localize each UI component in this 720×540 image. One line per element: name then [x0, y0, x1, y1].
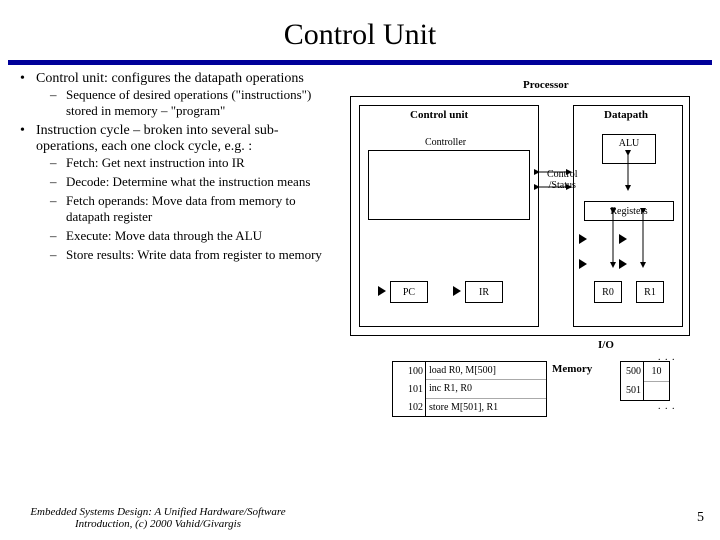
- page-number: 5: [697, 510, 704, 526]
- text-column: Control unit: configures the datapath op…: [20, 71, 340, 451]
- program-addr-col: 100 101 102: [393, 362, 425, 416]
- program-memory-box: 100 101 102 load R0, M[500] inc R1, R0 s…: [392, 361, 547, 417]
- triangle-icon: [619, 234, 627, 244]
- bullet-2-sub-0: Fetch: Get next instruction into IR: [50, 155, 332, 171]
- ellipsis-icon: . . .: [658, 401, 676, 412]
- program-instr-col: load R0, M[500] inc R1, R0 store M[501],…: [425, 362, 546, 416]
- r0-register: R0: [594, 281, 622, 303]
- prog-addr-2: 102: [393, 398, 425, 416]
- data-addr-0: 500: [621, 362, 643, 381]
- slide-title: Control Unit: [0, 0, 720, 60]
- prog-instr-0: load R0, M[500]: [426, 362, 546, 380]
- controller-label: Controller: [425, 137, 466, 148]
- prog-instr-1: inc R1, R0: [426, 380, 546, 398]
- triangle-icon: [378, 286, 386, 296]
- bullet-2-sub-4: Store results: Write data from register …: [50, 247, 332, 263]
- ellipsis-icon: . . .: [658, 352, 676, 363]
- data-val-1: [644, 382, 669, 401]
- content-area: Control unit: configures the datapath op…: [0, 71, 720, 451]
- prog-addr-0: 100: [393, 362, 425, 380]
- pc-register: PC: [390, 281, 428, 303]
- data-addr-1: 501: [621, 381, 643, 400]
- r1-register: R1: [636, 281, 664, 303]
- datapath-box: Datapath ALU Registers R0 R1: [573, 105, 683, 327]
- bullet-list: Control unit: configures the datapath op…: [20, 71, 332, 263]
- bullet-1-text: Control unit: configures the datapath op…: [36, 71, 304, 86]
- processor-label: Processor: [523, 79, 569, 91]
- triangle-icon: [453, 286, 461, 296]
- controller-box: Controller: [368, 150, 530, 220]
- triangle-icon: [579, 234, 587, 244]
- data-val-col: 10: [643, 362, 669, 400]
- prog-instr-2: store M[501], R1: [426, 399, 546, 416]
- ir-register: IR: [465, 281, 503, 303]
- triangle-icon: [619, 259, 627, 269]
- memory-label: Memory: [552, 363, 592, 375]
- bullet-2-text: Instruction cycle – broken into several …: [36, 123, 279, 154]
- bullet-1-sub-0: Sequence of desired operations ("instruc…: [50, 87, 332, 119]
- registers-box: Registers: [584, 201, 674, 221]
- bullet-2-sub-2: Fetch operands: Move data from memory to…: [50, 193, 332, 225]
- bullet-1: Control unit: configures the datapath op…: [20, 71, 332, 119]
- bullet-2-sub: Fetch: Get next instruction into IR Deco…: [50, 155, 332, 263]
- triangle-icon: [579, 259, 587, 269]
- control-unit-label: Control unit: [410, 109, 468, 121]
- datapath-label: Datapath: [604, 109, 648, 121]
- bullet-2: Instruction cycle – broken into several …: [20, 123, 332, 263]
- data-memory-box: 500 501 10: [620, 361, 670, 401]
- prog-addr-1: 101: [393, 380, 425, 398]
- control-unit-box: Control unit Controller PC IR: [359, 105, 539, 327]
- data-addr-col: 500 501: [621, 362, 643, 400]
- footer-citation: Embedded Systems Design: A Unified Hardw…: [18, 506, 298, 530]
- data-val-0: 10: [644, 362, 669, 382]
- io-label: I/O: [598, 339, 614, 351]
- processor-box: Control unit Controller PC IR Control/St…: [350, 96, 690, 336]
- alu-box: ALU: [602, 134, 656, 164]
- diagram-column: Processor Control unit Controller PC IR …: [340, 71, 710, 451]
- title-rule: [8, 60, 712, 65]
- bullet-2-sub-3: Execute: Move data through the ALU: [50, 228, 332, 244]
- bullet-1-sub: Sequence of desired operations ("instruc…: [50, 87, 332, 119]
- bullet-2-sub-1: Decode: Determine what the instruction m…: [50, 174, 332, 190]
